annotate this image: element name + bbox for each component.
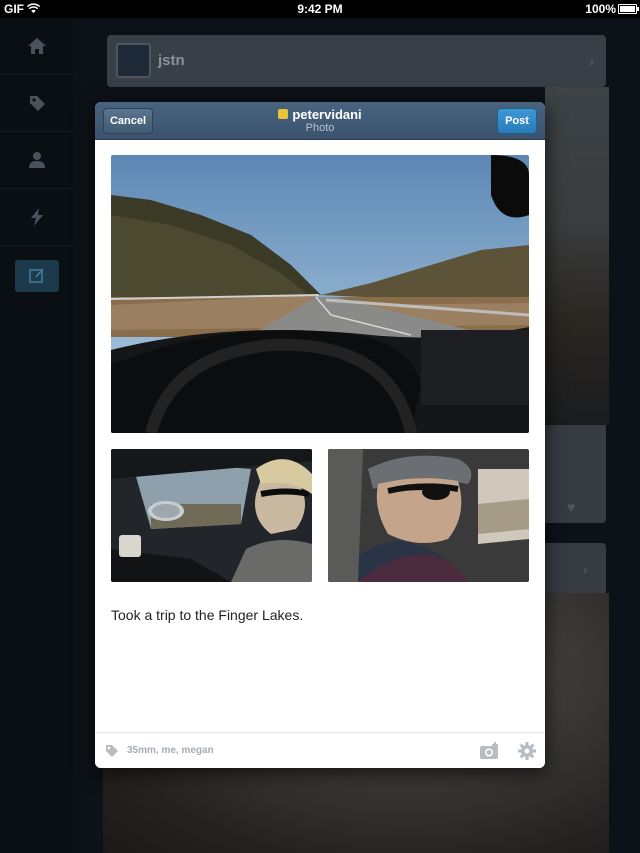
blog-avatar-icon [278, 109, 289, 119]
dashboard-post-header[interactable]: jstn › [107, 35, 606, 87]
tags-field[interactable]: 35mm, me, megan [127, 745, 214, 756]
photo-driver-man[interactable] [328, 449, 529, 582]
dashboard-post-header-2[interactable]: › [545, 543, 606, 593]
chevron-right-icon: › [589, 53, 594, 69]
post-button[interactable]: Post [497, 108, 537, 134]
blog-name: petervidani [292, 107, 362, 122]
photo-post-composer: Cancel petervidani Photo Post Took a tri… [95, 102, 545, 768]
person-icon [28, 152, 45, 168]
heart-icon[interactable]: ♥ [567, 499, 575, 515]
compose-icon [29, 268, 44, 283]
sidebar-item-compose[interactable] [15, 260, 59, 292]
tag-icon [29, 96, 45, 111]
post-type-label: Photo [305, 122, 335, 134]
post-author[interactable]: jstn [158, 52, 185, 69]
photo-passenger-woman[interactable] [111, 449, 312, 582]
add-photo-icon[interactable] [479, 741, 501, 761]
lightning-icon [30, 208, 43, 226]
chevron-right-icon: › [583, 561, 588, 577]
sidebar [0, 18, 73, 853]
sidebar-item-activity[interactable] [0, 189, 73, 246]
dashboard-photo [545, 87, 609, 425]
sidebar-item-account[interactable] [0, 132, 73, 189]
tag-icon[interactable] [104, 743, 120, 759]
status-bar: GIF 9:42 PM 100% [0, 0, 640, 18]
clock: 9:42 PM [297, 2, 343, 16]
sidebar-item-home[interactable] [0, 18, 73, 75]
sidebar-item-tags[interactable] [0, 75, 73, 132]
post-caption[interactable]: Took a trip to the Finger Lakes. [111, 607, 303, 623]
photo-road-trip[interactable] [111, 155, 529, 433]
battery-percent: 100% [585, 2, 616, 16]
avatar[interactable] [116, 43, 151, 78]
dashboard-post-footer: ♥ [545, 425, 606, 523]
home-icon [27, 38, 46, 54]
composer-footer: 35mm, me, megan [95, 732, 545, 768]
composer-header: Cancel petervidani Photo Post [95, 102, 545, 140]
battery-icon [618, 4, 639, 14]
gear-icon[interactable] [517, 741, 537, 761]
blog-selector[interactable]: petervidani [95, 107, 545, 122]
